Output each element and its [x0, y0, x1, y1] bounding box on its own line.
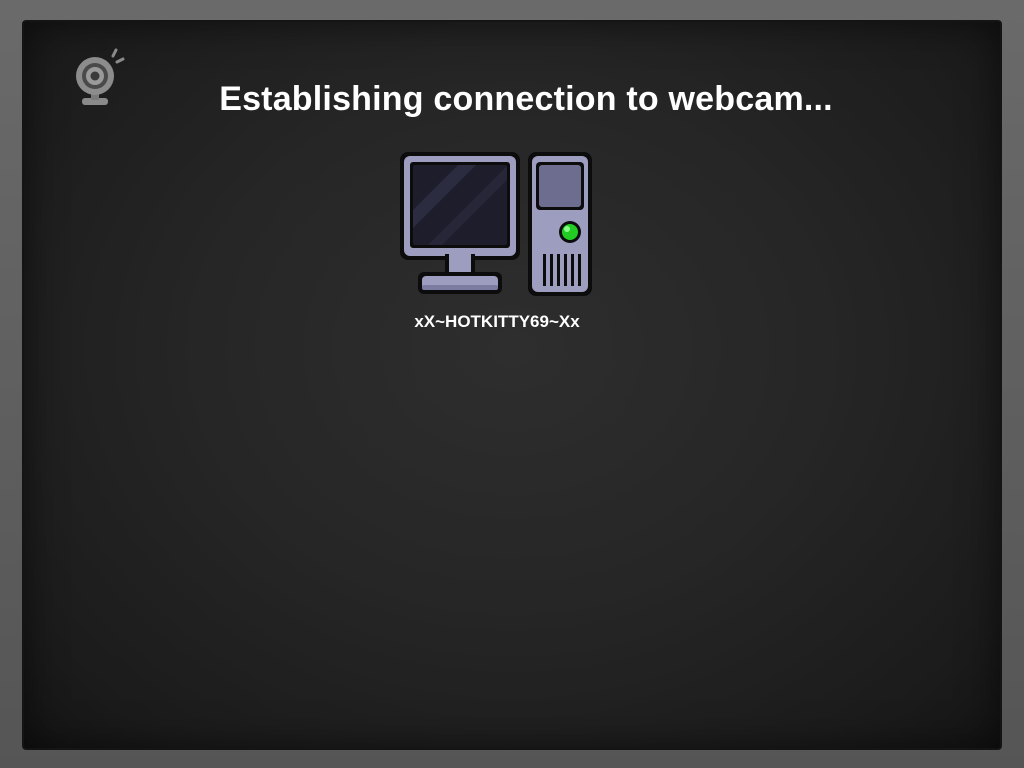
- peer-username: xX~HOTKITTY69~Xx: [414, 312, 580, 331]
- window-frame: Establishing connection to webcam... xX~…: [0, 0, 1024, 768]
- power-light: [562, 224, 578, 240]
- desktop-computer-icon: [400, 152, 592, 296]
- connection-status-title: Establishing connection to webcam...: [219, 80, 833, 118]
- webcam-screen: Establishing connection to webcam... xX~…: [22, 20, 1002, 750]
